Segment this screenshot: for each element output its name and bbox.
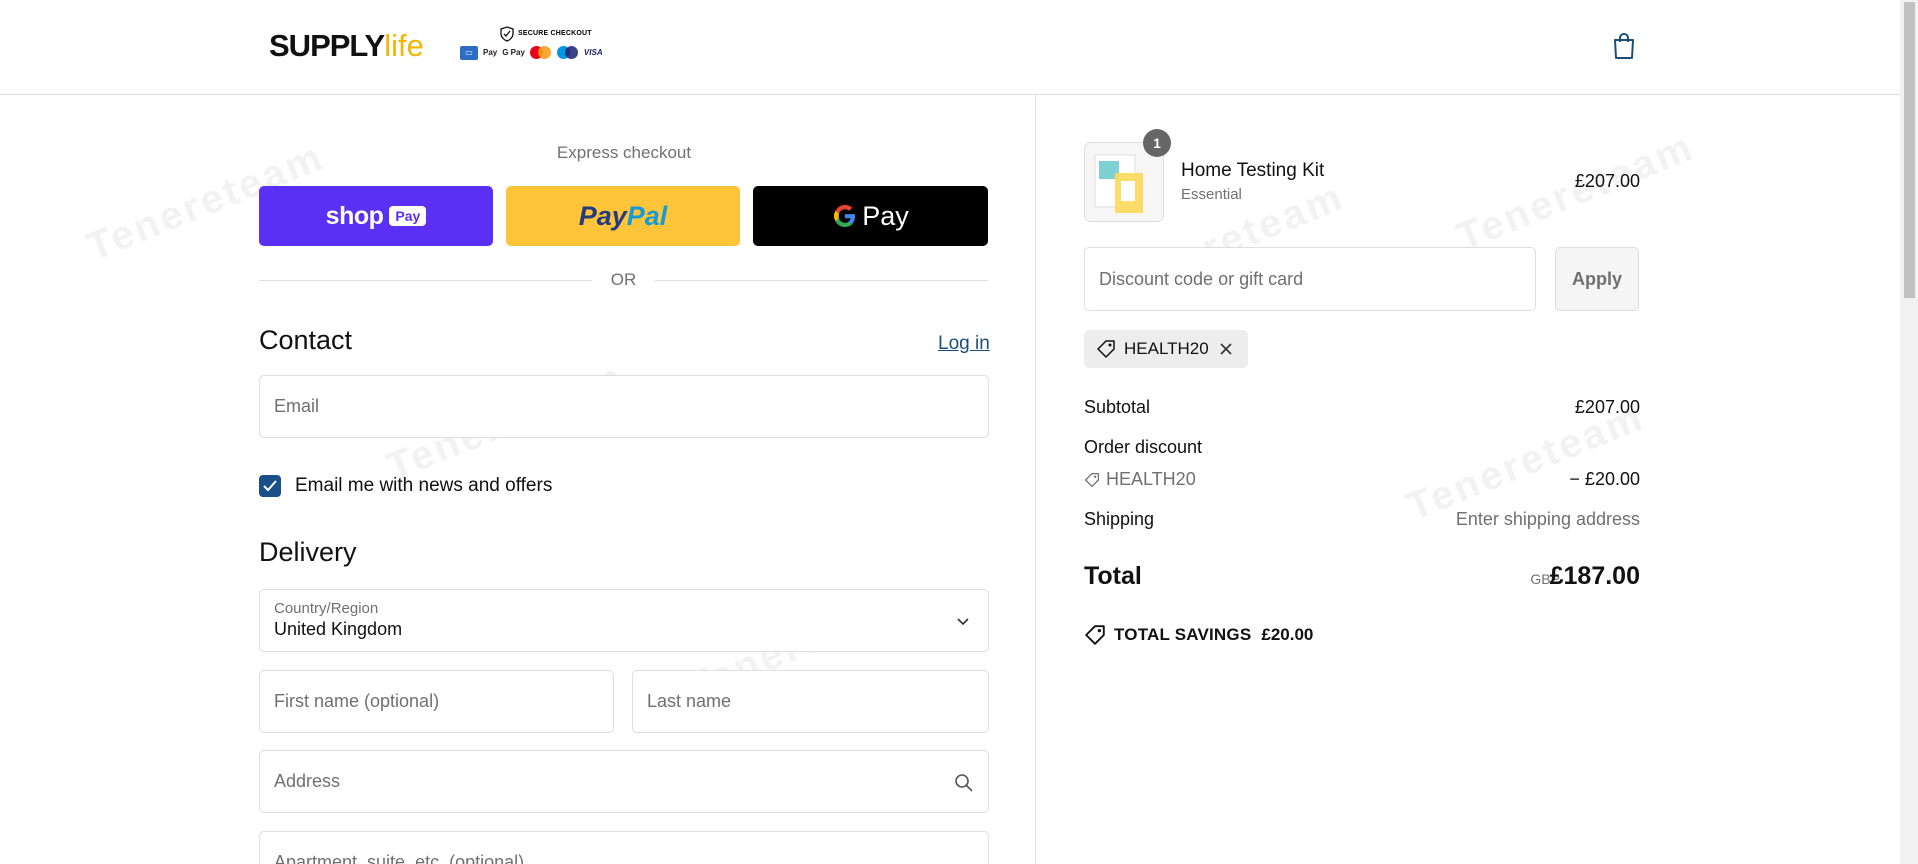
applied-code: HEALTH20 [1124, 339, 1209, 358]
divider-line [655, 280, 988, 281]
paypal-wordmark-2: Pal [626, 200, 668, 231]
discount-code-field[interactable]: Discount code or gift card [1084, 247, 1536, 311]
log-in-link[interactable]: Log in [938, 333, 990, 355]
shop-pay-tag: Pay [389, 206, 427, 226]
visa-icon: VISA [583, 48, 603, 57]
apartment-field[interactable]: Apartment, suite, etc. (optional) [259, 831, 989, 864]
email-field[interactable]: Email [259, 375, 989, 438]
shop-pay-wordmark: shop [325, 201, 384, 230]
google-pay-icon: G Pay [502, 48, 525, 57]
shield-icon [500, 26, 514, 42]
email-placeholder: Email [274, 396, 320, 416]
discount-placeholder: Discount code or gift card [1099, 269, 1304, 289]
apartment-placeholder: Apartment, suite, etc. (optional) [274, 852, 525, 864]
supplylife-logo[interactable]: SUPPLYlife [269, 26, 424, 66]
shipping-value: Enter shipping address [1455, 509, 1640, 529]
express-checkout-title: Express checkout [556, 143, 692, 162]
google-pay-button[interactable]: Pay [753, 186, 988, 246]
checkmark-icon [263, 480, 277, 492]
address-field[interactable]: Address [259, 750, 989, 813]
google-g-icon [834, 205, 856, 227]
payment-marks: ▭ Pay G Pay VISA [460, 46, 603, 60]
newsletter-label: Email me with news and offers [295, 475, 553, 496]
total-label: Total [1084, 562, 1142, 590]
site-header: SUPPLYlife SECURE CHECKOUT ▭ Pay G Pay V… [0, 0, 1900, 95]
savings-value: £20.00 [1261, 625, 1314, 644]
remove-code-icon[interactable] [1219, 342, 1233, 356]
amex-icon: ▭ [460, 46, 478, 60]
secure-checkout-badge: SECURE CHECKOUT ▭ Pay G Pay VISA [460, 26, 630, 64]
first-name-field[interactable]: First name (optional) [259, 670, 614, 733]
secure-checkout-label: SECURE CHECKOUT [518, 30, 592, 37]
savings-label: TOTAL SAVINGS [1114, 625, 1252, 644]
subtotal-value: £207.00 [1574, 397, 1640, 417]
shopping-bag-icon[interactable] [1612, 32, 1636, 60]
total-savings: TOTAL SAVINGS £20.00 [1084, 624, 1313, 646]
paypal-wordmark-1: Pay [578, 200, 627, 231]
maestro-icon [556, 46, 579, 60]
product-name: Home Testing Kit [1181, 160, 1325, 181]
apply-button[interactable]: Apply [1555, 247, 1639, 311]
delivery-heading: Delivery [259, 537, 357, 567]
logo-suffix: life [384, 28, 424, 63]
product-variant: Essential [1181, 186, 1242, 203]
search-icon [955, 774, 973, 792]
last-name-placeholder: Last name [647, 691, 732, 711]
or-divider: OR [259, 270, 988, 292]
tag-icon [1085, 625, 1105, 645]
paypal-button[interactable]: Pay Pal [506, 186, 740, 246]
tag-icon [1084, 472, 1100, 487]
newsletter-checkbox[interactable] [259, 475, 281, 497]
google-pay-wordmark: Pay [862, 200, 909, 231]
watermark-text: Tenereteam [1450, 124, 1701, 260]
pane-divider [1035, 95, 1036, 864]
country-value: United Kingdom [274, 619, 403, 639]
total-value: £187.00 [1549, 562, 1640, 590]
last-name-field[interactable]: Last name [632, 670, 989, 733]
tag-icon [1097, 340, 1115, 358]
shipping-label: Shipping [1084, 509, 1155, 529]
first-name-placeholder: First name (optional) [274, 691, 440, 711]
mastercard-icon [529, 46, 552, 60]
product-price: £207.00 [1574, 171, 1640, 191]
applied-discount-chip: HEALTH20 [1084, 330, 1248, 368]
shop-pay-button[interactable]: shop Pay [259, 186, 493, 246]
order-discount-label: Order discount [1084, 437, 1203, 457]
country-select[interactable]: Country/Region United Kingdom [259, 589, 989, 652]
logo-brand: SUPPLY [269, 28, 385, 63]
discount-value: − £20.00 [1569, 469, 1640, 489]
address-placeholder: Address [274, 771, 341, 791]
subtotal-label: Subtotal [1084, 397, 1151, 417]
scrollbar-thumb[interactable] [1904, 2, 1915, 298]
chevron-down-icon [957, 618, 969, 626]
page-scrollbar[interactable] [1900, 0, 1918, 864]
contact-heading: Contact [259, 325, 353, 355]
apple-pay-icon: Pay [483, 48, 498, 57]
quantity-badge: 1 [1143, 129, 1171, 157]
country-label: Country/Region [274, 600, 379, 617]
discount-code-label: HEALTH20 [1084, 469, 1196, 490]
discount-code-text: HEALTH20 [1106, 469, 1196, 489]
